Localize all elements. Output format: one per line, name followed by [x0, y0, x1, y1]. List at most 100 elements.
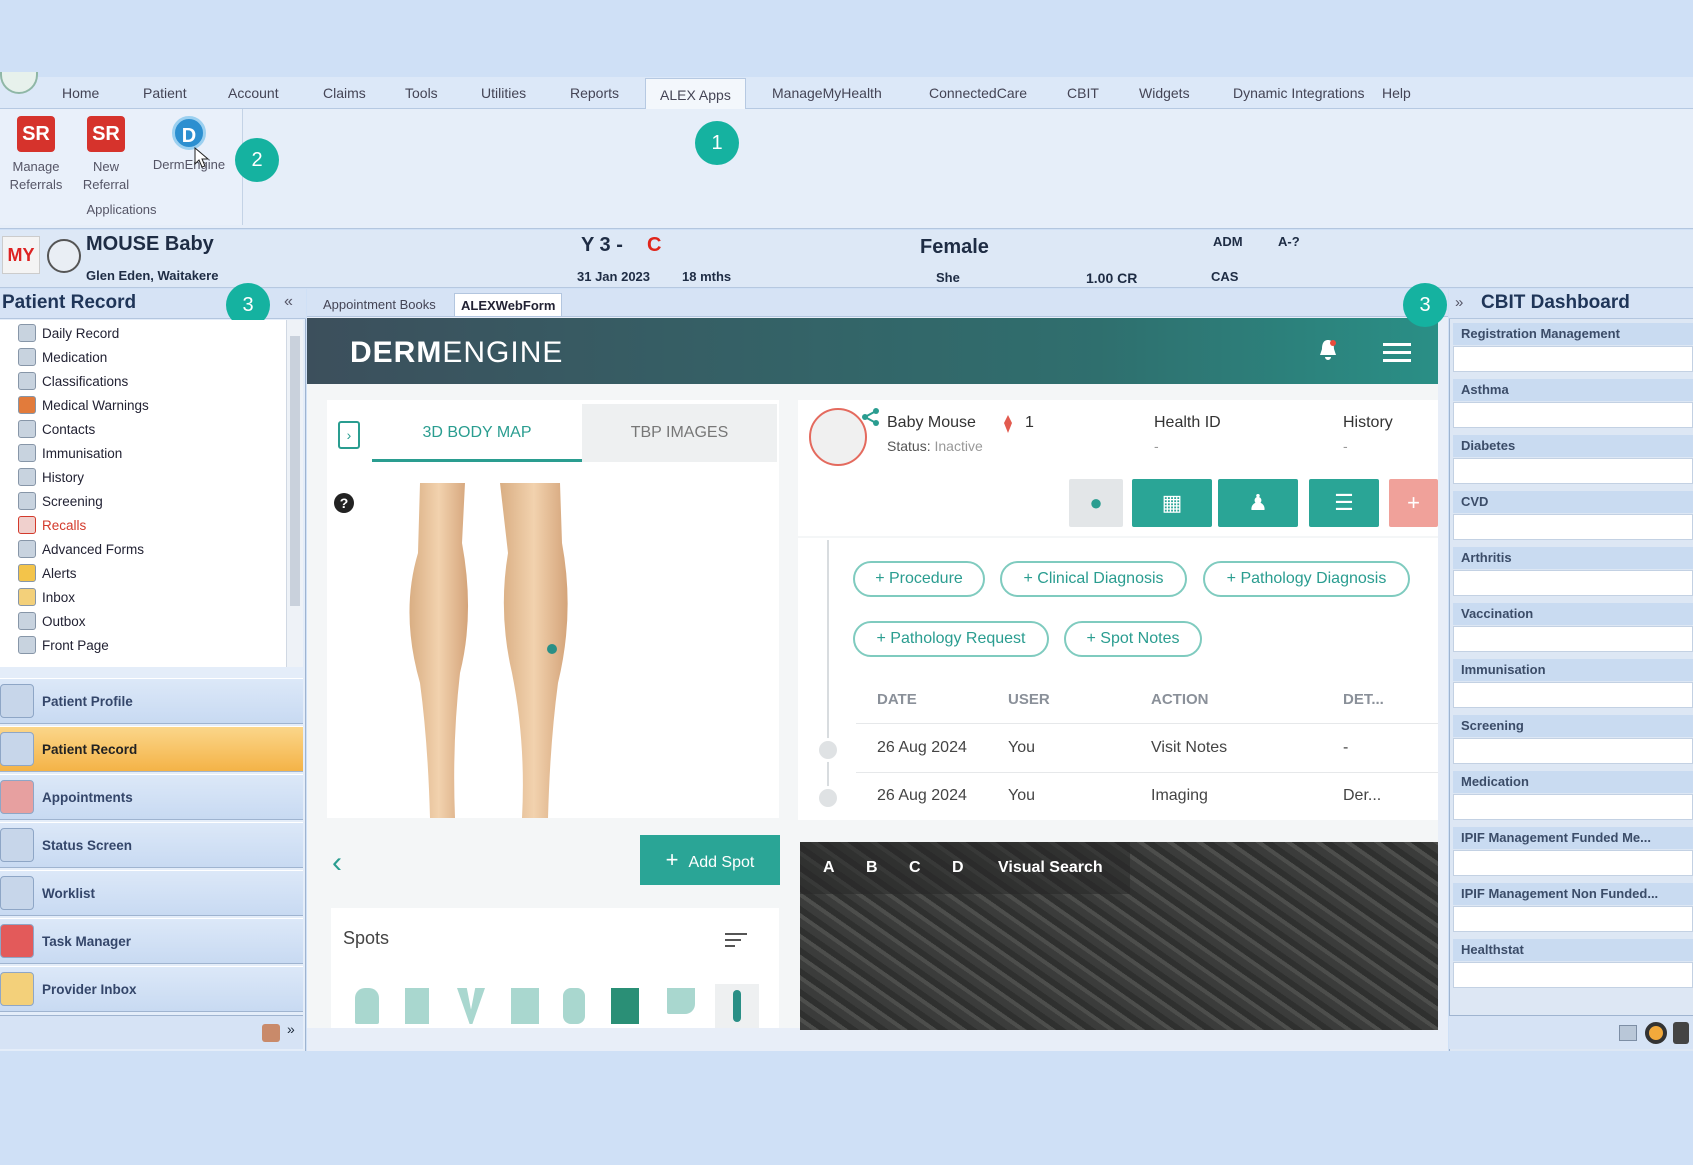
nav-patient-profile[interactable]: Patient Profile [0, 678, 303, 724]
tree-item-daily-record[interactable]: Daily Record [18, 322, 119, 344]
cbit-section-asthma[interactable]: Asthma [1453, 379, 1693, 401]
tree-item-recalls[interactable]: Recalls [18, 514, 86, 536]
menu-help[interactable]: Help [1368, 77, 1425, 109]
menu-cbit[interactable]: CBIT [1053, 77, 1113, 109]
col-action[interactable]: ACTION [1151, 691, 1209, 708]
tree-item-contacts[interactable]: Contacts [18, 418, 95, 440]
clinical-diagnosis-button[interactable]: + Clinical Diagnosis [1000, 561, 1187, 597]
col-details[interactable]: DET... [1343, 691, 1384, 708]
patient-profile-button[interactable]: ● [1069, 479, 1123, 527]
cbit-section-healthstat[interactable]: Healthstat [1453, 939, 1693, 961]
col-date[interactable]: DATE [877, 691, 917, 708]
help-icon[interactable]: ? [334, 493, 354, 513]
new-referral-button[interactable]: SR New Referral [70, 116, 142, 194]
menu-alex-apps[interactable]: ALEX Apps [645, 78, 746, 110]
cbit-section-screening[interactable]: Screening [1453, 715, 1693, 737]
tab-appointment-books[interactable]: Appointment Books [317, 293, 442, 316]
tree-item-screening[interactable]: Screening [18, 490, 103, 512]
cbit-section-medication[interactable]: Medication [1453, 771, 1693, 793]
nav-provider-inbox[interactable]: Provider Inbox [0, 966, 303, 1012]
image-label-c[interactable]: C [909, 859, 921, 877]
dermengine-button[interactable]: D DermEngine [148, 116, 230, 174]
pathology-request-button[interactable]: + Pathology Request [853, 621, 1049, 657]
body-part-legs-icon[interactable] [511, 988, 539, 1024]
body-part-pelvis-icon[interactable] [457, 988, 485, 1024]
scrollbar-thumb[interactable] [290, 336, 300, 606]
tree-item-classifications[interactable]: Classifications [18, 370, 128, 392]
tree-item-front-page[interactable]: Front Page [18, 634, 109, 656]
body-part-full-body-button[interactable] [715, 984, 759, 1028]
list-view-button[interactable]: ☰ [1309, 479, 1379, 527]
body-view-button[interactable]: ♟ [1218, 479, 1298, 527]
body-part-lower-legs-icon[interactable] [611, 988, 639, 1024]
cbit-section-diabetes[interactable]: Diabetes [1453, 435, 1693, 457]
tree-item-medication[interactable]: Medication [18, 346, 107, 368]
more-icon[interactable]: » [287, 1021, 295, 1037]
row2-action[interactable]: Imaging [1151, 787, 1208, 805]
nav-task-manager[interactable]: Task Manager [0, 918, 303, 964]
spot-marker[interactable] [547, 644, 557, 654]
add-spot-button[interactable]: + Add Spot [640, 835, 780, 885]
nav-appointments[interactable]: Appointments [0, 774, 303, 820]
tree-scrollbar[interactable] [286, 320, 303, 667]
collapse-left-icon[interactable]: « [284, 293, 293, 311]
tree-item-advanced-forms[interactable]: Advanced Forms [18, 538, 144, 560]
tab-tbp-images[interactable]: TBP IMAGES [582, 404, 777, 462]
menu-widgets[interactable]: Widgets [1125, 77, 1204, 109]
menu-connectedcare[interactable]: ConnectedCare [915, 77, 1041, 109]
panel-toggle-icon[interactable]: › [338, 421, 360, 449]
cbit-section-vaccination[interactable]: Vaccination [1453, 603, 1693, 625]
menu-home[interactable]: Home [48, 77, 113, 109]
cbit-section-cvd[interactable]: CVD [1453, 491, 1693, 513]
menu-managemyhealth[interactable]: ManageMyHealth [758, 77, 896, 109]
image-label-d[interactable]: D [952, 859, 964, 877]
tree-item-medical-warnings[interactable]: Medical Warnings [18, 394, 149, 416]
menu-reports[interactable]: Reports [556, 77, 633, 109]
patient-avatar[interactable] [809, 408, 867, 466]
menu-utilities[interactable]: Utilities [467, 77, 540, 109]
body-part-head-icon[interactable] [355, 988, 379, 1024]
body-part-torso-icon[interactable] [405, 988, 429, 1024]
col-user[interactable]: USER [1008, 691, 1050, 708]
manage-referrals-button[interactable]: SR Manage Referrals [0, 116, 72, 194]
share-icon[interactable] [862, 408, 880, 426]
add-new-button[interactable]: + [1389, 479, 1438, 527]
nav-worklist[interactable]: Worklist [0, 870, 303, 916]
menu-tools[interactable]: Tools [391, 77, 452, 109]
pathology-diagnosis-button[interactable]: + Pathology Diagnosis [1203, 561, 1410, 597]
tree-item-outbox[interactable]: Outbox [18, 610, 86, 632]
expand-right-icon[interactable]: » [1455, 294, 1463, 311]
body-part-foot-icon[interactable] [667, 988, 695, 1014]
back-arrow-icon[interactable]: ‹ [332, 846, 342, 880]
visual-search-button[interactable]: Visual Search [998, 859, 1103, 877]
status-icon[interactable] [1645, 1022, 1667, 1044]
sort-icon[interactable] [725, 932, 747, 948]
menu-claims[interactable]: Claims [309, 77, 380, 109]
nav-status-screen[interactable]: Status Screen [0, 822, 303, 868]
cbit-section-arthritis[interactable]: Arthritis [1453, 547, 1693, 569]
hamburger-menu-icon[interactable] [1383, 341, 1411, 363]
tree-item-history[interactable]: History [18, 466, 84, 488]
nav-patient-record[interactable]: Patient Record [0, 726, 303, 772]
cbit-section-registration[interactable]: Registration Management [1453, 323, 1693, 345]
tree-item-alerts[interactable]: Alerts [18, 562, 77, 584]
tab-alexwebform[interactable]: ALEXWebForm [454, 293, 563, 316]
configure-icon[interactable] [262, 1024, 280, 1042]
menu-dynamic-integrations[interactable]: Dynamic Integrations [1219, 77, 1379, 109]
tree-item-inbox[interactable]: Inbox [18, 586, 75, 608]
tool-icon[interactable] [1673, 1022, 1689, 1044]
grid-view-button[interactable]: ▦ [1132, 479, 1212, 527]
cbit-section-ipif-non-funded[interactable]: IPIF Management Non Funded... [1453, 883, 1693, 905]
image-label-b[interactable]: B [866, 859, 878, 877]
image-label-a[interactable]: A [823, 859, 835, 877]
cbit-section-ipif-funded[interactable]: IPIF Management Funded Me... [1453, 827, 1693, 849]
tree-item-immunisation[interactable]: Immunisation [18, 442, 122, 464]
body-part-hand-icon[interactable] [563, 988, 585, 1024]
procedure-button[interactable]: + Procedure [853, 561, 985, 597]
window-icon[interactable] [1619, 1025, 1637, 1041]
tab-3d-body-map[interactable]: 3D BODY MAP [372, 404, 582, 462]
bell-icon[interactable] [1318, 338, 1338, 362]
row1-action[interactable]: Visit Notes [1151, 739, 1227, 757]
spot-notes-button[interactable]: + Spot Notes [1064, 621, 1202, 657]
menu-patient[interactable]: Patient [129, 77, 201, 109]
